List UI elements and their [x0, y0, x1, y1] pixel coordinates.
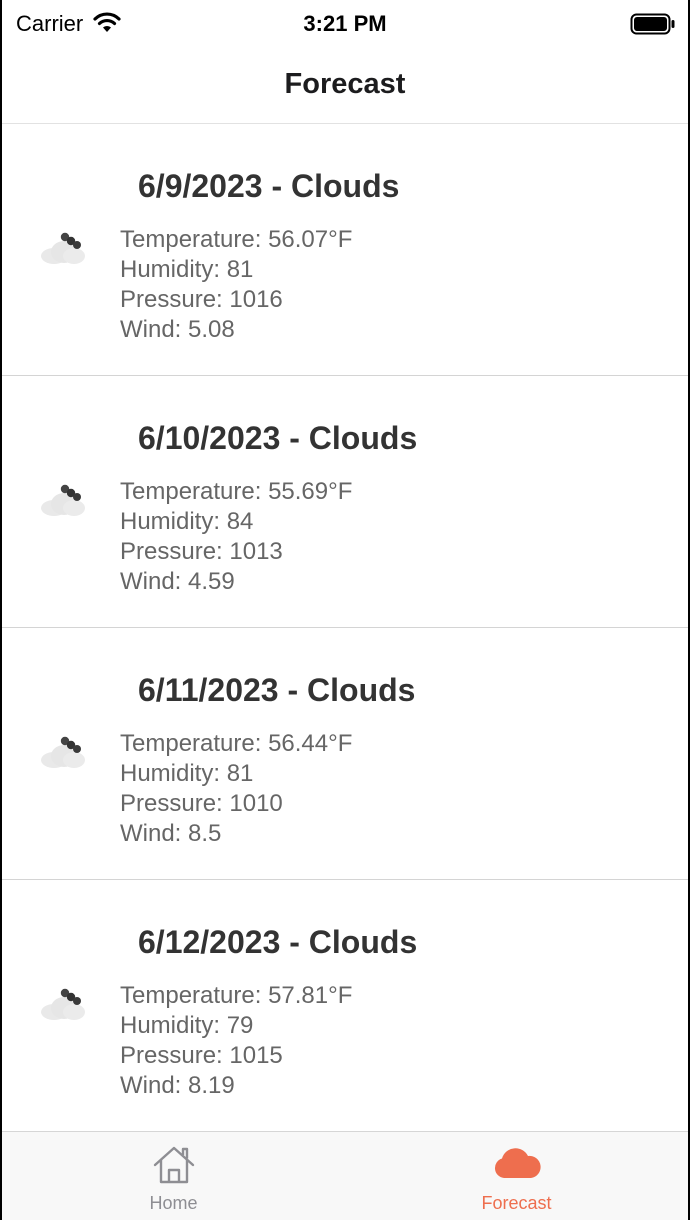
battery-icon [630, 13, 675, 35]
forecast-card[interactable]: 6/10/2023 - Clouds Temperature: 55.69°F … [2, 376, 688, 628]
tab-home-label: Home [149, 1193, 198, 1213]
forecast-card[interactable]: 6/9/2023 - Clouds Temperature: 56.07°F H… [2, 124, 688, 376]
status-bar: Carrier 3:21 PM [2, 0, 688, 46]
navigation-bar: Forecast [2, 46, 688, 124]
forecast-details: Temperature: 56.44°F Humidity: 81 Pressu… [120, 729, 352, 849]
page-title: Forecast [284, 68, 406, 100]
tab-home[interactable]: Home [2, 1132, 345, 1220]
cloud-icon [41, 232, 85, 264]
wind-text: Wind: 8.5 [120, 820, 222, 847]
cloud-icon [494, 1148, 541, 1178]
cloud-icon [41, 736, 85, 768]
cloud-icon [41, 988, 85, 1020]
wind-text: Wind: 4.59 [120, 568, 235, 595]
forecast-date-title: 6/11/2023 - Clouds [138, 672, 416, 708]
forecast-date-title: 6/10/2023 - Clouds [138, 420, 418, 456]
cloud-icon [41, 484, 85, 516]
forecast-date-title: 6/12/2023 - Clouds [138, 924, 418, 960]
pressure-text: Pressure: 1010 [120, 790, 283, 817]
tab-bar: Home Forecast [2, 1131, 688, 1220]
forecast-list[interactable]: 6/9/2023 - Clouds Temperature: 56.07°F H… [2, 124, 688, 1132]
tab-forecast[interactable]: Forecast [345, 1132, 688, 1220]
pressure-text: Pressure: 1015 [120, 1042, 283, 1069]
status-time: 3:21 PM [303, 11, 387, 36]
forecast-details: Temperature: 57.81°F Humidity: 79 Pressu… [120, 981, 352, 1101]
wind-text: Wind: 5.08 [120, 316, 235, 343]
home-icon [153, 1146, 194, 1184]
tab-forecast-label: Forecast [481, 1193, 552, 1213]
humidity-text: Humidity: 79 [120, 1012, 254, 1039]
forecast-card[interactable]: 6/11/2023 - Clouds Temperature: 56.44°F … [2, 628, 688, 880]
temperature-text: Temperature: 57.81°F [120, 982, 353, 1009]
temperature-text: Temperature: 55.69°F [120, 478, 353, 505]
app-screen: Carrier 3:21 PM Forecast 6/9/2023 - Clou… [2, 0, 688, 1220]
forecast-details: Temperature: 56.07°F Humidity: 81 Pressu… [120, 225, 352, 345]
forecast-date-title: 6/9/2023 - Clouds [138, 168, 400, 204]
forecast-card[interactable]: 6/12/2023 - Clouds Temperature: 57.81°F … [2, 880, 688, 1132]
humidity-text: Humidity: 84 [120, 508, 254, 535]
wind-text: Wind: 8.19 [120, 1072, 235, 1099]
pressure-text: Pressure: 1013 [120, 538, 283, 565]
temperature-text: Temperature: 56.07°F [120, 226, 353, 253]
humidity-text: Humidity: 81 [120, 760, 254, 787]
humidity-text: Humidity: 81 [120, 256, 254, 283]
pressure-text: Pressure: 1016 [120, 286, 283, 313]
forecast-details: Temperature: 55.69°F Humidity: 84 Pressu… [120, 477, 352, 597]
temperature-text: Temperature: 56.44°F [120, 730, 353, 757]
